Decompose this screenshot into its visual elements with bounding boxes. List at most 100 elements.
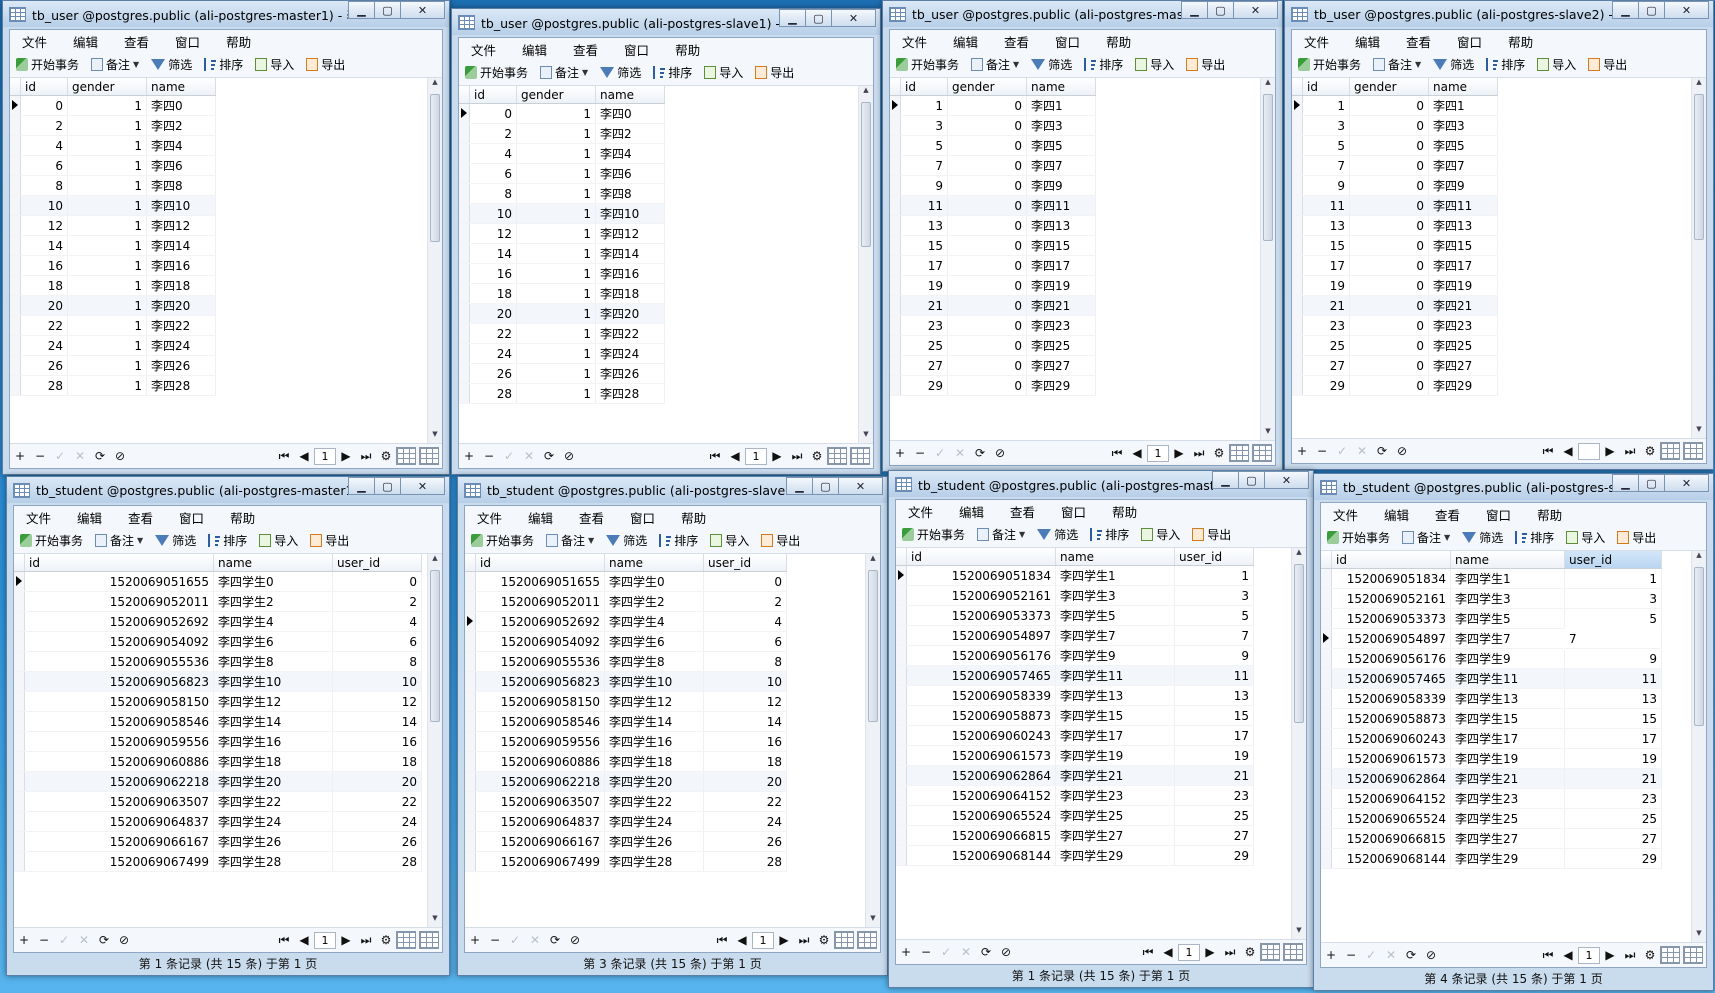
prev-page-icon[interactable]: ◀ xyxy=(1558,948,1578,962)
gear-icon[interactable]: ⚙ xyxy=(1209,446,1229,460)
row-indicator[interactable] xyxy=(1292,355,1303,376)
table-cell-gender[interactable]: 1 xyxy=(516,343,596,364)
table-row[interactable]: 1520069064837 李四学生24 24 xyxy=(14,811,422,832)
row-indicator[interactable] xyxy=(465,631,476,652)
table-cell-id[interactable]: 7 xyxy=(900,155,948,176)
close-icon[interactable]: ✕ xyxy=(400,477,445,495)
vertical-scrollbar[interactable]: ▲ ▼ xyxy=(1291,548,1306,940)
import-button[interactable]: 导入 xyxy=(704,64,743,81)
export-button[interactable]: 导出 xyxy=(755,64,794,81)
table-cell-gender[interactable]: 0 xyxy=(947,275,1027,296)
row-indicator[interactable] xyxy=(896,665,907,686)
row-indicator[interactable] xyxy=(465,571,476,592)
table-cell-id[interactable]: 1520069054092 xyxy=(475,631,605,652)
table-cell-user_id[interactable]: 4 xyxy=(332,611,422,632)
table-cell-gender[interactable]: 1 xyxy=(516,323,596,344)
table-cell-user_id[interactable]: 7 xyxy=(1174,625,1254,646)
table-row[interactable]: 17 0 李四17 xyxy=(890,255,1096,276)
scroll-down-icon[interactable]: ▼ xyxy=(428,914,442,928)
table-cell-name[interactable]: 李四13 xyxy=(1428,215,1498,236)
vertical-scrollbar[interactable]: ▲ ▼ xyxy=(858,86,873,444)
table-cell-id[interactable]: 1520069058339 xyxy=(1331,688,1451,709)
table-row[interactable]: 15 0 李四15 xyxy=(890,235,1096,256)
column-header[interactable]: gender xyxy=(1349,78,1429,96)
scroll-up-icon[interactable]: ▲ xyxy=(1292,548,1306,562)
data-grid[interactable]: id name user_id 1520069051834 李四学生1 1 15200690… xyxy=(1321,551,1692,943)
table-cell-name[interactable]: 李四学生19 xyxy=(1055,745,1175,766)
table-cell-user_id[interactable]: 16 xyxy=(703,731,787,752)
table-cell-gender[interactable]: 0 xyxy=(947,95,1027,116)
menu-item[interactable]: 文件 xyxy=(465,508,502,527)
scroll-down-icon[interactable]: ▼ xyxy=(1692,929,1706,943)
table-cell-name[interactable]: 李四16 xyxy=(595,263,665,284)
filter-button[interactable]: 筛选 xyxy=(1433,56,1474,73)
last-page-icon[interactable]: ⏭ xyxy=(1220,945,1240,960)
row-indicator[interactable] xyxy=(10,195,21,216)
row-indicator[interactable] xyxy=(465,831,476,852)
table-row[interactable]: 1520069066167 李四学生26 26 xyxy=(14,831,422,852)
apply-changes-icon[interactable]: ✓ xyxy=(505,933,525,947)
vertical-scrollbar[interactable]: ▲ ▼ xyxy=(1260,78,1275,441)
table-row[interactable]: 14 1 李四14 xyxy=(459,243,665,264)
table-cell-id[interactable]: 1520069068144 xyxy=(906,845,1056,866)
apply-changes-icon[interactable]: ✓ xyxy=(930,446,950,460)
table-row[interactable]: 1520069052011 李四学生2 2 xyxy=(14,591,422,612)
table-cell-name[interactable]: 李四学生19 xyxy=(1450,748,1565,769)
row-indicator[interactable] xyxy=(890,315,901,336)
row-indicator[interactable] xyxy=(896,565,907,586)
menu-item[interactable]: 文件 xyxy=(1321,505,1358,524)
row-indicator[interactable] xyxy=(10,155,21,176)
stop-icon[interactable]: ⊘ xyxy=(1421,948,1441,962)
next-page-icon[interactable]: ▶ xyxy=(1169,446,1189,460)
row-indicator[interactable] xyxy=(1292,215,1303,236)
table-row[interactable]: 10 1 李四10 xyxy=(10,195,216,216)
table-row[interactable]: 1520069056176 李四学生9 9 xyxy=(896,645,1254,666)
table-cell-user_id[interactable]: 22 xyxy=(703,791,787,812)
table-cell-id[interactable]: 11 xyxy=(1302,195,1350,216)
table-row[interactable]: 1520069057465 李四学生11 11 xyxy=(896,665,1254,686)
table-cell-user_id[interactable]: 0 xyxy=(332,571,422,592)
table-row[interactable]: 1520069063507 李四学生22 22 xyxy=(14,791,422,812)
table-row[interactable]: 1520069067499 李四学生28 28 xyxy=(14,851,422,872)
window-tb-student-slave2[interactable]: tb_student @postgres.public (ali-postgre… xyxy=(1313,473,1714,991)
row-indicator[interactable] xyxy=(890,275,901,296)
table-cell-name[interactable]: 李四19 xyxy=(1026,275,1096,296)
refresh-icon[interactable]: ⟳ xyxy=(94,933,114,947)
table-row[interactable]: 22 1 李四22 xyxy=(459,323,665,344)
table-cell-id[interactable]: 1520069056823 xyxy=(475,671,605,692)
sort-button[interactable]: 排序 xyxy=(653,64,692,81)
maximize-icon[interactable]: ▢ xyxy=(805,9,832,27)
table-cell-gender[interactable]: 1 xyxy=(67,195,147,216)
table-row[interactable]: 1520069053373 李四学生5 5 xyxy=(1321,608,1662,629)
table-cell-name[interactable]: 李四学生20 xyxy=(213,771,333,792)
menu-item[interactable]: 查看 xyxy=(998,502,1035,521)
row-indicator[interactable] xyxy=(1292,375,1303,396)
table-cell-user_id[interactable]: 25 xyxy=(1564,808,1662,829)
stop-icon[interactable]: ⊘ xyxy=(996,945,1016,959)
export-button[interactable]: 导出 xyxy=(306,56,345,73)
table-row[interactable]: 1520069052011 李四学生2 2 xyxy=(465,591,787,612)
table-cell-id[interactable]: 10 xyxy=(20,195,68,216)
row-indicator[interactable] xyxy=(890,215,901,236)
grid-view-icon[interactable] xyxy=(1660,946,1680,964)
row-indicator[interactable] xyxy=(1292,155,1303,176)
close-icon[interactable]: ✕ xyxy=(831,9,876,27)
table-cell-id[interactable]: 27 xyxy=(900,355,948,376)
table-cell-user_id[interactable]: 28 xyxy=(703,851,787,872)
table-cell-name[interactable]: 李四0 xyxy=(595,103,665,124)
table-row[interactable]: 1520069058150 李四学生12 12 xyxy=(465,691,787,712)
row-indicator[interactable] xyxy=(14,751,25,772)
table-row[interactable]: 26 1 李四26 xyxy=(459,363,665,384)
table-row[interactable]: 25 0 李四25 xyxy=(890,335,1096,356)
table-cell-user_id[interactable]: 6 xyxy=(332,631,422,652)
form-view-icon[interactable] xyxy=(857,931,877,949)
table-cell-name[interactable]: 李四28 xyxy=(595,383,665,404)
table-cell-id[interactable]: 19 xyxy=(1302,275,1350,296)
table-row[interactable]: 29 0 李四29 xyxy=(890,375,1096,396)
apply-changes-icon[interactable]: ✓ xyxy=(54,933,74,947)
table-cell-name[interactable]: 李四学生22 xyxy=(213,791,333,812)
maximize-icon[interactable]: ▢ xyxy=(374,477,401,495)
table-cell-id[interactable]: 28 xyxy=(20,375,68,396)
menu-item[interactable]: 编辑 xyxy=(1372,505,1409,524)
table-row[interactable]: 17 0 李四17 xyxy=(1292,255,1498,276)
